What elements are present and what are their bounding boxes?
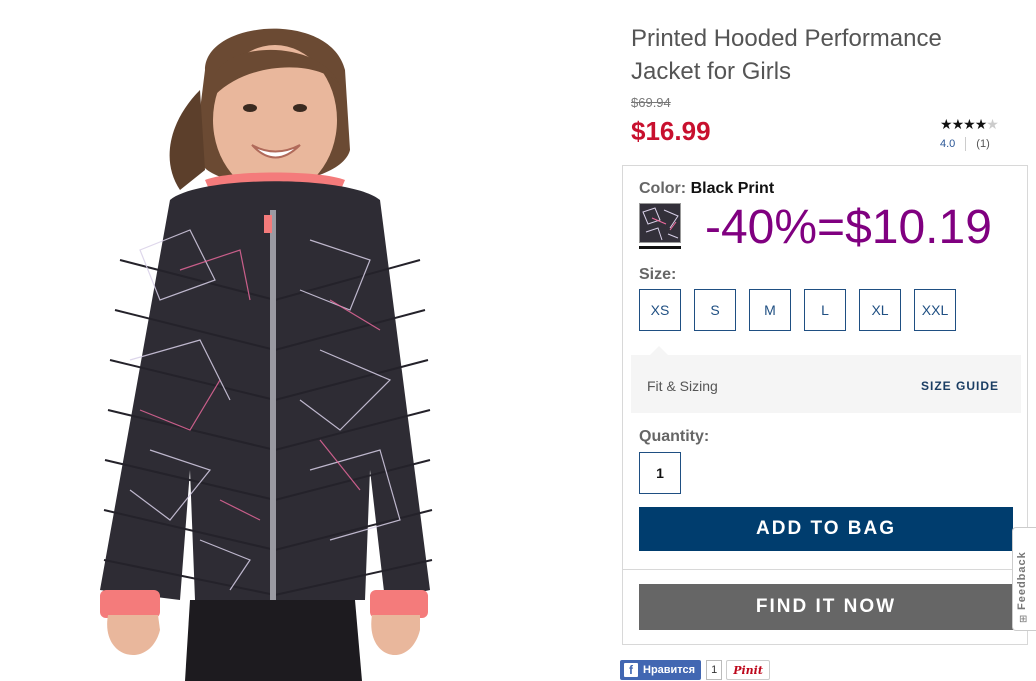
- color-value: Black Print: [690, 180, 775, 197]
- color-label: Color: Black Print: [639, 180, 774, 198]
- panel-divider: [623, 569, 1027, 570]
- color-label-text: Color:: [639, 180, 687, 197]
- add-to-bag-button[interactable]: ADD TO BAG: [639, 507, 1013, 551]
- facebook-icon: f: [624, 663, 638, 677]
- star-icon: ★: [974, 116, 988, 132]
- rating-value[interactable]: 4.0: [940, 138, 955, 150]
- swatch-selected-indicator: [639, 246, 681, 249]
- rating-divider: [965, 137, 967, 151]
- fit-sizing-box: Fit & Sizing SIZE GUIDE: [631, 346, 1021, 413]
- size-options: XS S M L XL XXL: [639, 289, 969, 331]
- social-share-bar: f Нравится 1 Pinit: [620, 660, 770, 680]
- star-icon: ★: [940, 116, 953, 132]
- fit-sizing-label: Fit & Sizing: [647, 378, 718, 394]
- facebook-like-label: Нравится: [643, 664, 696, 676]
- rating-widget[interactable]: ★★★★★ 4.0 (1): [940, 116, 1012, 151]
- size-option-xs[interactable]: XS: [639, 289, 681, 331]
- find-it-now-button[interactable]: FIND IT NOW: [639, 584, 1013, 630]
- size-option-xl[interactable]: XL: [859, 289, 901, 331]
- swatch-pattern: [639, 203, 681, 243]
- star-empty-icon: ★: [986, 116, 999, 132]
- size-option-s[interactable]: S: [694, 289, 736, 331]
- rating-meta: 4.0 (1): [940, 137, 1012, 151]
- jacket-model-illustration: [100, 28, 433, 681]
- sale-price: $16.99: [631, 116, 711, 146]
- pinterest-pin-button[interactable]: Pinit: [726, 660, 770, 680]
- star-icon: ★: [963, 116, 976, 132]
- swatch-pattern-icon: [640, 204, 680, 242]
- size-option-xxl[interactable]: XXL: [914, 289, 956, 331]
- facebook-like-count: 1: [706, 660, 723, 680]
- plus-icon: ⊞: [1019, 614, 1028, 625]
- feedback-tab[interactable]: Feedback ⊞: [1012, 527, 1036, 631]
- size-label: Size:: [639, 266, 677, 283]
- quantity-input[interactable]: 1: [639, 452, 681, 494]
- fit-notch: [649, 346, 669, 356]
- size-option-m[interactable]: M: [749, 289, 791, 331]
- purchase-panel: Color: Black Print -40%=$10.19 Size: XS …: [622, 165, 1028, 645]
- promo-discount-text: -40%=$10.19: [705, 201, 992, 254]
- product-image: [0, 0, 600, 681]
- color-swatch-black-print[interactable]: [639, 203, 681, 249]
- star-rating: ★★★★★: [940, 116, 1012, 133]
- star-icon: ★: [951, 116, 965, 132]
- original-price: $69.94: [631, 95, 671, 110]
- size-guide-link[interactable]: SIZE GUIDE: [921, 379, 999, 393]
- quantity-label: Quantity:: [639, 428, 710, 445]
- size-option-l[interactable]: L: [804, 289, 846, 331]
- product-title: Printed Hooded Performance Jacket for Gi…: [631, 25, 942, 85]
- feedback-label: Feedback: [1016, 551, 1028, 610]
- review-count[interactable]: (1): [976, 138, 989, 150]
- facebook-like-button[interactable]: f Нравится: [620, 660, 702, 680]
